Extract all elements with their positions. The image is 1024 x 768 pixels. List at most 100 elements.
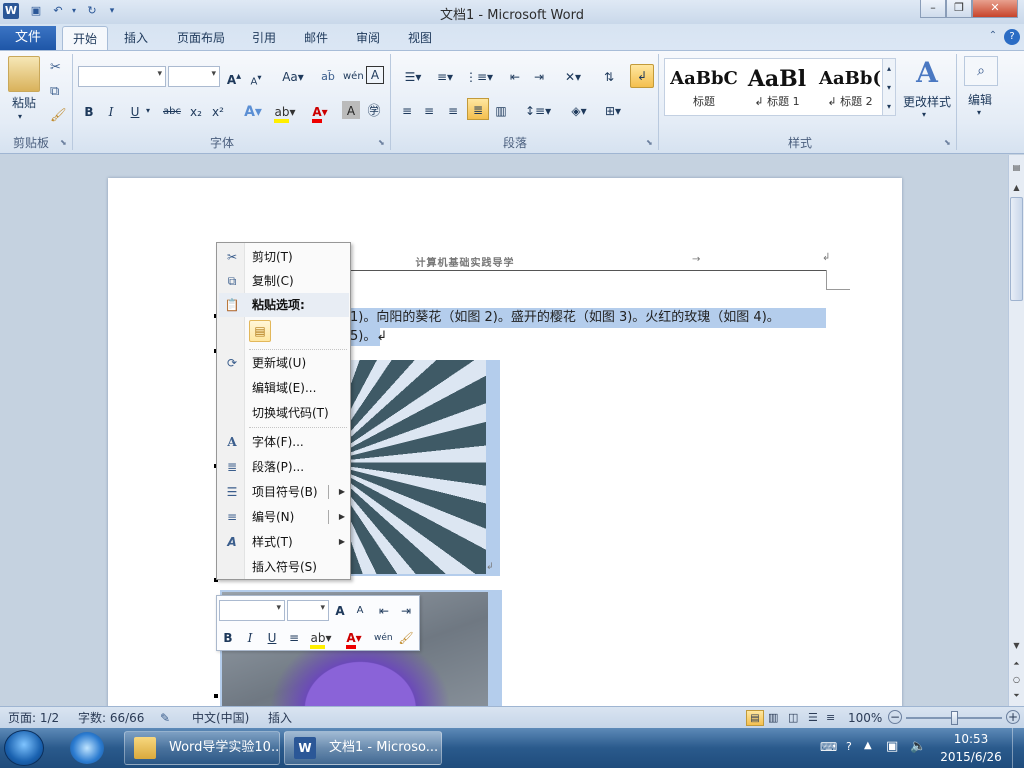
paragraph-launcher-icon[interactable]: ⬊: [646, 139, 654, 147]
character-border-button[interactable]: A: [366, 66, 384, 84]
scroll-up-icon[interactable]: ▲: [1009, 181, 1024, 195]
scroll-down-icon[interactable]: ▼: [1009, 639, 1024, 653]
styles-launcher-icon[interactable]: ⬊: [944, 139, 952, 147]
change-styles-dropdown-icon[interactable]: ▾: [922, 110, 926, 119]
tab-file[interactable]: 文件: [0, 26, 56, 50]
mini-decrease-indent-icon[interactable]: ⇤: [375, 599, 393, 621]
zoom-in-button[interactable]: +: [1006, 710, 1020, 724]
tab-references[interactable]: 引用: [244, 26, 284, 50]
clock-time[interactable]: 10:53: [938, 732, 1004, 746]
proofing-icon[interactable]: ✎: [160, 710, 170, 726]
style-heading1[interactable]: AaBl ↲ 标题 1: [741, 65, 813, 115]
copy-icon[interactable]: ⧉: [50, 84, 59, 99]
change-styles-icon[interactable]: A: [910, 58, 944, 88]
menu-item-cut[interactable]: ✂ 剪切(T): [219, 245, 349, 269]
tab-review[interactable]: 审阅: [348, 26, 388, 50]
maximize-button[interactable]: ❐: [946, 0, 972, 18]
language-indicator[interactable]: 中文(中国): [192, 710, 249, 726]
superscript-button[interactable]: x²: [208, 100, 228, 122]
style-title[interactable]: AaBbC 标题: [669, 65, 739, 115]
web-layout-view-icon[interactable]: ◫: [788, 710, 798, 726]
next-page-icon[interactable]: ⏷: [1009, 689, 1024, 703]
paste-dropdown-icon[interactable]: ▾: [18, 112, 22, 121]
paste-icon[interactable]: [8, 56, 40, 92]
menu-item-numbering[interactable]: ≡ 编号(N) ▶: [219, 505, 349, 529]
highlight-color-icon[interactable]: ab▾: [270, 100, 300, 123]
menu-item-styles[interactable]: A 样式(T) ▶: [219, 530, 349, 554]
borders-icon[interactable]: ⊞▾: [598, 99, 628, 121]
mini-center-icon[interactable]: ≡: [285, 626, 303, 648]
collapse-ribbon-icon[interactable]: ⌃: [986, 30, 1000, 44]
tab-insert[interactable]: 插入: [116, 26, 156, 50]
menu-item-edit-field[interactable]: 编辑域(E)...: [219, 376, 349, 400]
binoculars-icon[interactable]: ⌕: [964, 56, 998, 86]
styles-scroll-icon[interactable]: ▴ ▾ ▾: [882, 58, 896, 116]
font-name-combo[interactable]: [78, 66, 166, 87]
tab-view[interactable]: 视图: [400, 26, 440, 50]
style-heading2[interactable]: AaBb(↲ 标题 2: [815, 65, 885, 115]
change-case-button[interactable]: Aa▾: [278, 65, 308, 87]
outline-view-icon[interactable]: ☰: [808, 710, 818, 726]
change-styles-label[interactable]: 更改样式: [900, 93, 954, 110]
character-shading-icon[interactable]: A: [342, 101, 360, 119]
ime-help-icon[interactable]: ?: [846, 740, 852, 753]
font-launcher-icon[interactable]: ⬊: [378, 139, 386, 147]
subscript-button[interactable]: x₂: [186, 100, 206, 122]
shading-icon[interactable]: ◈▾: [564, 99, 594, 121]
italic-button[interactable]: I: [102, 100, 120, 122]
volume-icon[interactable]: 🔈: [910, 739, 926, 754]
tab-mailings[interactable]: 邮件: [296, 26, 336, 50]
full-screen-reading-view-icon[interactable]: ▥: [768, 710, 778, 726]
zoom-level[interactable]: 100%: [848, 710, 882, 726]
menu-item-copy[interactable]: ⧉ 复制(C): [219, 269, 349, 293]
mini-highlight-icon[interactable]: ab▾: [307, 626, 335, 649]
distributed-icon[interactable]: ▥: [492, 99, 510, 121]
mini-wen-icon[interactable]: wén: [373, 626, 393, 648]
paste-button-label[interactable]: 粘贴: [6, 94, 42, 111]
mini-increase-indent-icon[interactable]: ⇥: [397, 599, 415, 621]
clock-date[interactable]: 2015/6/26: [938, 750, 1004, 764]
start-button[interactable]: [4, 730, 44, 766]
keyboard-icon[interactable]: ⌨: [820, 740, 837, 754]
show-marks-icon[interactable]: ↲: [630, 64, 654, 88]
justify-icon[interactable]: ≣: [467, 98, 489, 120]
mini-font-name-combo[interactable]: [219, 600, 285, 621]
paste-keep-format-icon[interactable]: ▤: [249, 320, 271, 342]
align-right-icon[interactable]: ≡: [444, 99, 462, 121]
print-layout-view-icon[interactable]: ▤: [746, 710, 764, 726]
select-browse-object-icon[interactable]: ○: [1009, 673, 1024, 687]
mini-grow-font-button[interactable]: A: [331, 599, 349, 621]
mini-format-painter-icon[interactable]: 🖌: [397, 626, 415, 648]
line-spacing-icon[interactable]: ↕≡▾: [524, 99, 552, 121]
font-size-combo[interactable]: [168, 66, 220, 87]
insert-mode-indicator[interactable]: 插入: [268, 710, 292, 726]
network-icon[interactable]: ▣: [886, 739, 898, 754]
bullets-icon[interactable]: ☰▾: [398, 65, 428, 87]
chinese-layout-icon[interactable]: ✕▾: [558, 65, 588, 87]
zoom-slider-thumb[interactable]: [951, 711, 958, 725]
show-desktop-button[interactable]: [1012, 728, 1024, 768]
tab-home[interactable]: 开始: [62, 26, 108, 50]
font-color-icon[interactable]: A▾: [306, 100, 334, 123]
mini-bold-button[interactable]: B: [219, 626, 237, 648]
menu-item-bullets[interactable]: ☰ 项目符号(B) ▶: [219, 480, 349, 504]
vertical-scrollbar[interactable]: ▤ ▲ ▼ ⏶ ○ ⏷: [1008, 155, 1024, 706]
menu-item-font[interactable]: A 字体(F)...: [219, 430, 349, 454]
close-button[interactable]: ✕: [972, 0, 1018, 18]
wen-icon[interactable]: wén: [342, 65, 364, 87]
phonetic-guide-icon[interactable]: ab̃: [318, 65, 338, 87]
sort-icon[interactable]: ⇅: [598, 65, 620, 87]
word-count[interactable]: 字数: 66/66: [78, 710, 144, 726]
draft-view-icon[interactable]: ≡: [826, 710, 835, 726]
decrease-indent-icon[interactable]: ⇤: [504, 65, 526, 87]
text-effects-icon[interactable]: A▾: [240, 100, 266, 122]
editing-dropdown-icon[interactable]: ▾: [977, 108, 981, 117]
help-icon[interactable]: ?: [1004, 29, 1020, 45]
underline-button[interactable]: U: [126, 100, 144, 122]
tab-page-layout[interactable]: 页面布局: [170, 26, 232, 50]
format-painter-icon[interactable]: 🖌: [50, 108, 67, 123]
enclose-characters-icon[interactable]: ㊫: [364, 100, 384, 122]
strikethrough-button[interactable]: abc: [160, 100, 184, 122]
previous-page-icon[interactable]: ⏶: [1009, 657, 1024, 671]
grow-font-button[interactable]: A▴: [224, 65, 244, 87]
